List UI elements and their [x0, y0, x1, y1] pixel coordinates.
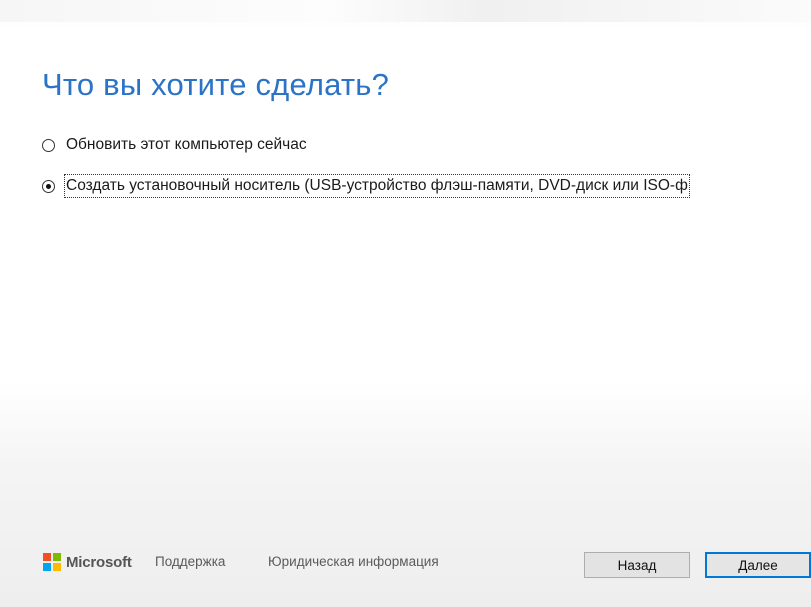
option-upgrade-pc[interactable]: Обновить этот компьютер сейчас: [42, 135, 307, 155]
support-link[interactable]: Поддержка: [155, 554, 225, 569]
radio-button-create-media[interactable]: [42, 179, 55, 193]
window-top-strip: [0, 0, 811, 22]
option-create-media-label[interactable]: Создать установочный носитель (USB-устро…: [64, 174, 690, 198]
microsoft-logo-icon: [43, 553, 61, 571]
footer: Microsoft Поддержка Юридическая информац…: [0, 540, 811, 600]
microsoft-logo: Microsoft: [43, 553, 132, 571]
next-button[interactable]: Далее: [705, 552, 811, 578]
radio-button-upgrade[interactable]: [42, 138, 55, 152]
microsoft-brand-text: Microsoft: [66, 553, 132, 571]
option-upgrade-label[interactable]: Обновить этот компьютер сейчас: [66, 135, 307, 155]
legal-info-link[interactable]: Юридическая информация: [268, 554, 439, 569]
page-title: Что вы хотите сделать?: [42, 66, 390, 102]
option-create-media[interactable]: Создать установочный носитель (USB-устро…: [42, 174, 690, 198]
back-button[interactable]: Назад: [584, 552, 690, 578]
